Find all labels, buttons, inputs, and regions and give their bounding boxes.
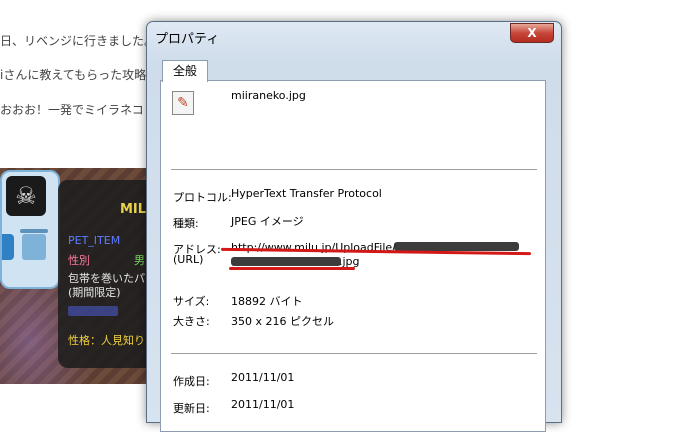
gender-value: 男 (134, 254, 145, 267)
protocol-value: HyperText Transfer Protocol (231, 187, 382, 200)
panel-button[interactable] (2, 234, 14, 260)
pet-info-panel: MIL PET_ITEM 性別 男 包帯を巻いたパ (期間限定) 性格：人見知り (58, 180, 150, 368)
dimensions-value: 350 x 216 ピクセル (231, 315, 334, 328)
type-label: 種類: (173, 217, 199, 230)
size-label: サイズ: (173, 295, 210, 308)
gender-label: 性別 (68, 254, 90, 267)
pet-window: ☠ (0, 170, 60, 289)
modified-label: 更新日: (173, 402, 210, 415)
url-label: (URL) (173, 253, 204, 266)
jpeg-file-icon: ✎ (172, 91, 194, 115)
mummy-cat-avatar: ☠ (6, 176, 46, 216)
pet-item-label: PET_ITEM (68, 234, 121, 247)
dimensions-label: 大きさ: (173, 315, 210, 328)
blog-text-line-1: 日、リベンジに行きました。 (0, 34, 157, 48)
redaction-scribble-2 (231, 257, 341, 266)
personality-text: 性格：人見知り (68, 334, 145, 347)
separator-1 (171, 169, 537, 171)
created-value: 2011/11/01 (231, 371, 295, 384)
created-label: 作成日: (173, 375, 210, 388)
modified-value: 2011/11/01 (231, 398, 295, 411)
close-button[interactable]: X (510, 23, 554, 43)
separator-2 (171, 353, 537, 355)
blog-text-line-2: iさんに教えてもらった攻略 (0, 68, 147, 82)
pet-name: MIL (120, 202, 147, 217)
trash-icon[interactable] (20, 229, 48, 260)
dialog-title: プロパティ (155, 32, 220, 47)
item-desc-2: (期間限定) (68, 286, 121, 299)
properties-dialog: プロパティ X 全般 ✎ miiraneko.jpg プロトコル: HyperT… (146, 21, 562, 432)
file-name: miiraneko.jpg (231, 89, 306, 102)
blog-text-line-3: おおお！一発でミイラネコ (0, 103, 144, 117)
size-value: 18892 バイト (231, 295, 303, 308)
tab-general[interactable]: 全般 (162, 60, 208, 82)
red-underline-2 (229, 267, 355, 270)
blurred-stat (68, 306, 118, 316)
protocol-label: プロトコル: (173, 191, 232, 204)
general-tab-panel: ✎ miiraneko.jpg プロトコル: HyperText Transfe… (160, 80, 546, 432)
type-value: JPEG イメージ (231, 215, 304, 228)
